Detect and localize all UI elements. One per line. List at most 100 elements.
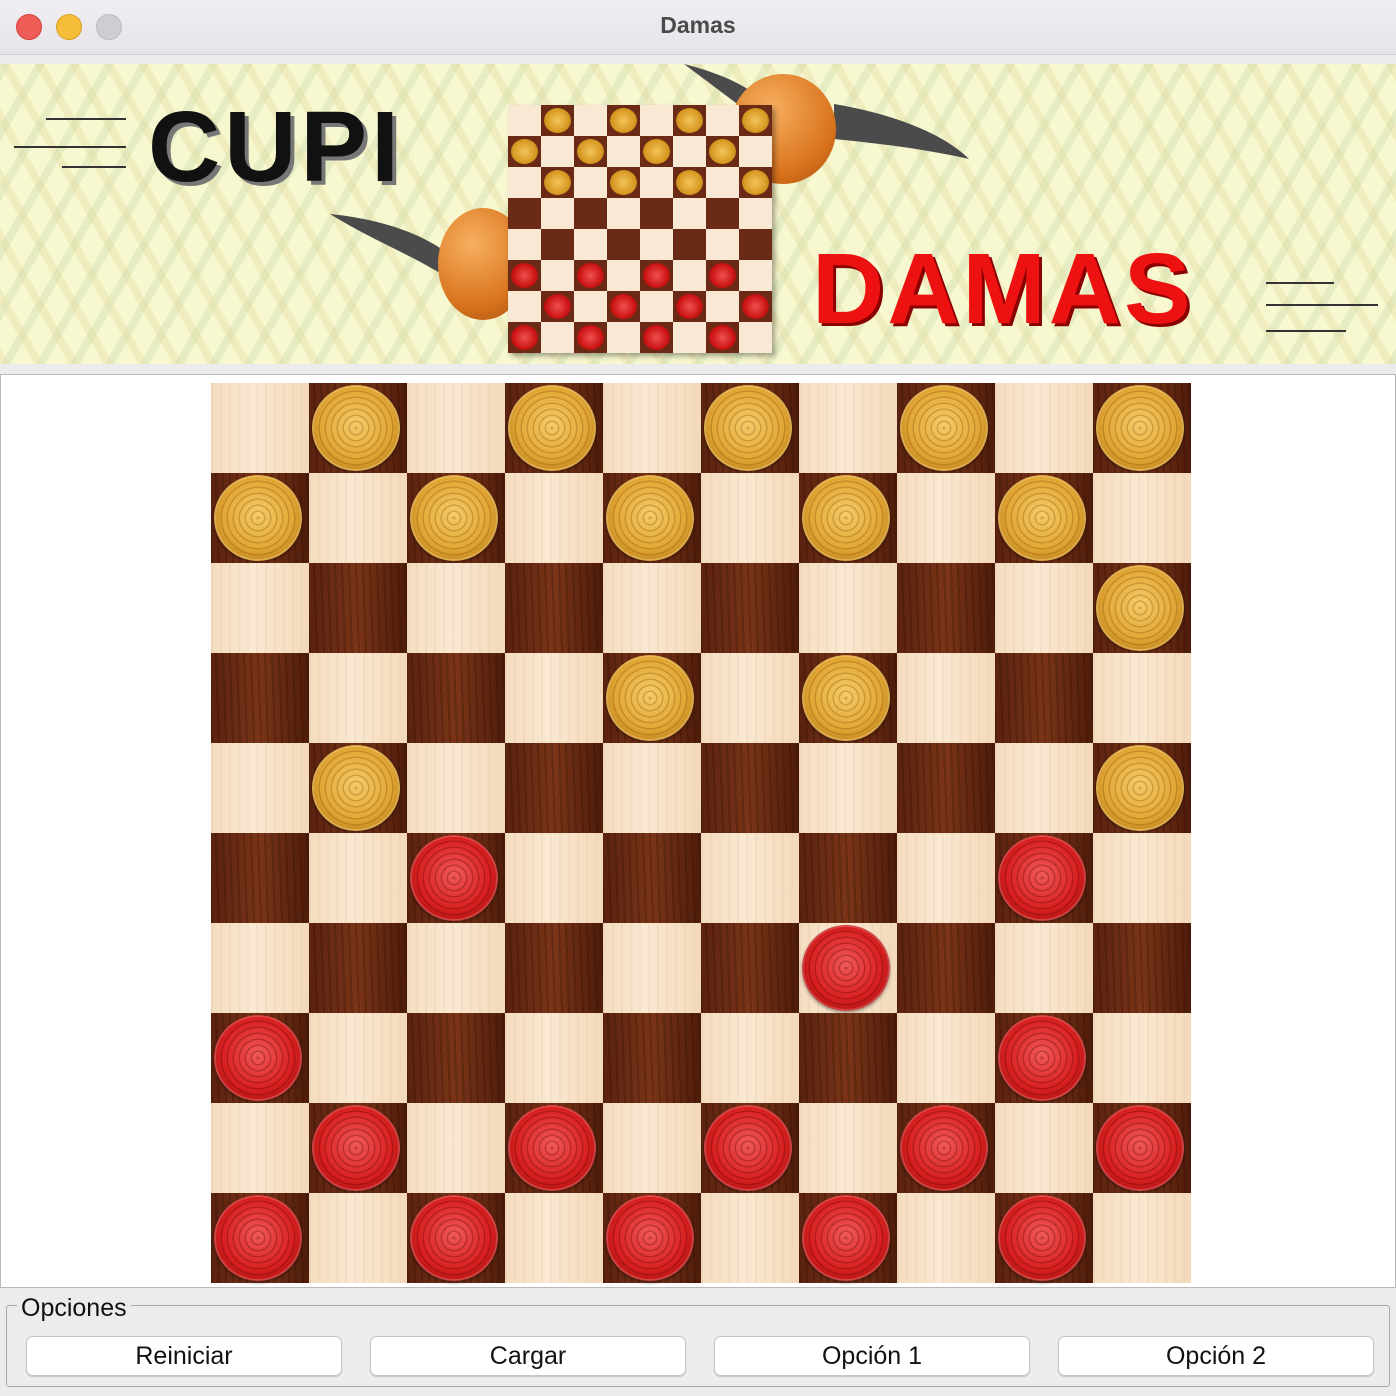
board-square[interactable] <box>1093 1103 1191 1193</box>
gold-checker-piece[interactable] <box>1096 565 1184 651</box>
board-square[interactable] <box>407 1103 505 1193</box>
board-square[interactable] <box>1093 653 1191 743</box>
board-square[interactable] <box>1093 1013 1191 1103</box>
board-square[interactable] <box>995 1193 1093 1283</box>
board-square[interactable] <box>603 563 701 653</box>
board-square[interactable] <box>799 1013 897 1103</box>
reiniciar-button[interactable]: Reiniciar <box>26 1336 342 1376</box>
board-square[interactable] <box>701 1103 799 1193</box>
board-square[interactable] <box>701 743 799 833</box>
red-checker-piece[interactable] <box>410 1195 498 1281</box>
board-square[interactable] <box>897 1193 995 1283</box>
red-checker-piece[interactable] <box>214 1015 302 1101</box>
board-square[interactable] <box>799 563 897 653</box>
board-square[interactable] <box>211 743 309 833</box>
red-checker-piece[interactable] <box>410 835 498 921</box>
board-square[interactable] <box>407 653 505 743</box>
board-square[interactable] <box>701 1193 799 1283</box>
board-square[interactable] <box>701 923 799 1013</box>
board-square[interactable] <box>897 653 995 743</box>
board-square[interactable] <box>211 563 309 653</box>
red-checker-piece[interactable] <box>508 1105 596 1191</box>
board-square[interactable] <box>309 563 407 653</box>
red-checker-piece[interactable] <box>214 1195 302 1281</box>
board-square[interactable] <box>309 1193 407 1283</box>
board-square[interactable] <box>603 473 701 563</box>
board-square[interactable] <box>701 563 799 653</box>
board-square[interactable] <box>799 923 897 1013</box>
board-square[interactable] <box>211 1103 309 1193</box>
board-square[interactable] <box>995 473 1093 563</box>
gold-checker-piece[interactable] <box>802 655 890 741</box>
board-square[interactable] <box>603 1103 701 1193</box>
board-square[interactable] <box>211 1193 309 1283</box>
gold-checker-piece[interactable] <box>704 385 792 471</box>
board-square[interactable] <box>505 1103 603 1193</box>
gold-checker-piece[interactable] <box>998 475 1086 561</box>
board-square[interactable] <box>799 833 897 923</box>
board-square[interactable] <box>995 743 1093 833</box>
gold-checker-piece[interactable] <box>312 745 400 831</box>
board-square[interactable] <box>211 473 309 563</box>
board-square[interactable] <box>505 743 603 833</box>
gold-checker-piece[interactable] <box>606 475 694 561</box>
board-square[interactable] <box>309 1013 407 1103</box>
opcion-2-button[interactable]: Opción 2 <box>1058 1336 1374 1376</box>
red-checker-piece[interactable] <box>1096 1105 1184 1191</box>
board-square[interactable] <box>701 383 799 473</box>
red-checker-piece[interactable] <box>802 925 890 1011</box>
board-square[interactable] <box>995 383 1093 473</box>
board-square[interactable] <box>407 923 505 1013</box>
board-square[interactable] <box>407 383 505 473</box>
board-square[interactable] <box>799 653 897 743</box>
board-square[interactable] <box>603 383 701 473</box>
board-square[interactable] <box>897 383 995 473</box>
board-square[interactable] <box>505 383 603 473</box>
board-square[interactable] <box>701 833 799 923</box>
board-square[interactable] <box>407 473 505 563</box>
board-square[interactable] <box>995 923 1093 1013</box>
board-square[interactable] <box>505 653 603 743</box>
board-square[interactable] <box>799 743 897 833</box>
board-square[interactable] <box>1093 923 1191 1013</box>
board-square[interactable] <box>1093 743 1191 833</box>
cargar-button[interactable]: Cargar <box>370 1336 686 1376</box>
board-square[interactable] <box>995 1013 1093 1103</box>
board-square[interactable] <box>505 833 603 923</box>
board-square[interactable] <box>505 1013 603 1103</box>
board-square[interactable] <box>1093 833 1191 923</box>
gold-checker-piece[interactable] <box>508 385 596 471</box>
red-checker-piece[interactable] <box>998 1015 1086 1101</box>
board-square[interactable] <box>897 563 995 653</box>
board-square[interactable] <box>309 743 407 833</box>
gold-checker-piece[interactable] <box>802 475 890 561</box>
gold-checker-piece[interactable] <box>1096 385 1184 471</box>
board-square[interactable] <box>407 833 505 923</box>
gold-checker-piece[interactable] <box>312 385 400 471</box>
board-square[interactable] <box>799 383 897 473</box>
opcion-1-button[interactable]: Opción 1 <box>714 1336 1030 1376</box>
board-square[interactable] <box>211 383 309 473</box>
board-square[interactable] <box>995 653 1093 743</box>
board-square[interactable] <box>995 833 1093 923</box>
red-checker-piece[interactable] <box>704 1105 792 1191</box>
board-square[interactable] <box>505 473 603 563</box>
board-square[interactable] <box>309 923 407 1013</box>
board-square[interactable] <box>1093 1193 1191 1283</box>
board-square[interactable] <box>505 563 603 653</box>
gold-checker-piece[interactable] <box>606 655 694 741</box>
board-square[interactable] <box>897 833 995 923</box>
board-square[interactable] <box>1093 473 1191 563</box>
red-checker-piece[interactable] <box>606 1195 694 1281</box>
red-checker-piece[interactable] <box>998 835 1086 921</box>
board-square[interactable] <box>603 1193 701 1283</box>
board-square[interactable] <box>407 563 505 653</box>
board-square[interactable] <box>309 653 407 743</box>
board-square[interactable] <box>995 563 1093 653</box>
board-square[interactable] <box>995 1103 1093 1193</box>
board-square[interactable] <box>603 743 701 833</box>
gold-checker-piece[interactable] <box>214 475 302 561</box>
board-square[interactable] <box>309 383 407 473</box>
board-square[interactable] <box>799 1193 897 1283</box>
gold-checker-piece[interactable] <box>1096 745 1184 831</box>
